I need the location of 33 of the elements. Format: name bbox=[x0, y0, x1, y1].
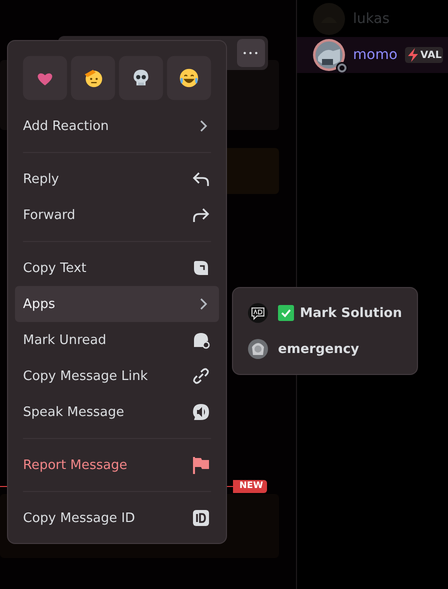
app-menu-item[interactable]: Mark Solution bbox=[240, 295, 410, 331]
reaction-button[interactable] bbox=[71, 56, 115, 100]
member-row[interactable]: momo VAL bbox=[297, 37, 448, 73]
menu-item[interactable]: Mark Unread bbox=[15, 322, 219, 358]
app-menu-item[interactable]: emergency bbox=[240, 331, 410, 367]
more-button[interactable]: ••• bbox=[237, 39, 265, 67]
new-badge: NEW bbox=[233, 480, 267, 493]
menu-item[interactable]: Add Reaction bbox=[15, 108, 219, 144]
menu-item[interactable]: Report Message bbox=[15, 447, 219, 483]
user-avatar-icon bbox=[248, 339, 268, 359]
reaction-button[interactable] bbox=[167, 56, 211, 100]
flag-icon bbox=[191, 455, 211, 475]
copy-icon bbox=[191, 258, 211, 278]
reaction-button[interactable] bbox=[119, 56, 163, 100]
saluting-face-icon bbox=[82, 67, 104, 89]
menu-item[interactable]: Copy Text bbox=[15, 250, 219, 286]
member-badge: VAL bbox=[405, 47, 443, 63]
id-badge-icon bbox=[191, 508, 211, 528]
member-avatar bbox=[313, 3, 345, 35]
menu-item[interactable]: Speak Message bbox=[15, 394, 219, 430]
link-icon bbox=[191, 366, 211, 386]
menu-item[interactable]: Copy Message Link bbox=[15, 358, 219, 394]
laughing-tears-icon bbox=[178, 67, 200, 89]
chat-bubble-icon bbox=[191, 330, 211, 350]
member-avatar bbox=[313, 39, 345, 71]
menu-item[interactable]: Apps bbox=[15, 286, 219, 322]
bot-avatar-icon bbox=[248, 303, 268, 323]
menu-item[interactable]: Forward bbox=[15, 197, 219, 233]
lightning-icon bbox=[407, 48, 420, 62]
reaction-button[interactable] bbox=[23, 56, 67, 100]
speaker-bubble-icon bbox=[191, 402, 211, 422]
menu-item[interactable]: Copy Message ID bbox=[15, 500, 219, 536]
menu-item[interactable]: Reply bbox=[15, 161, 219, 197]
